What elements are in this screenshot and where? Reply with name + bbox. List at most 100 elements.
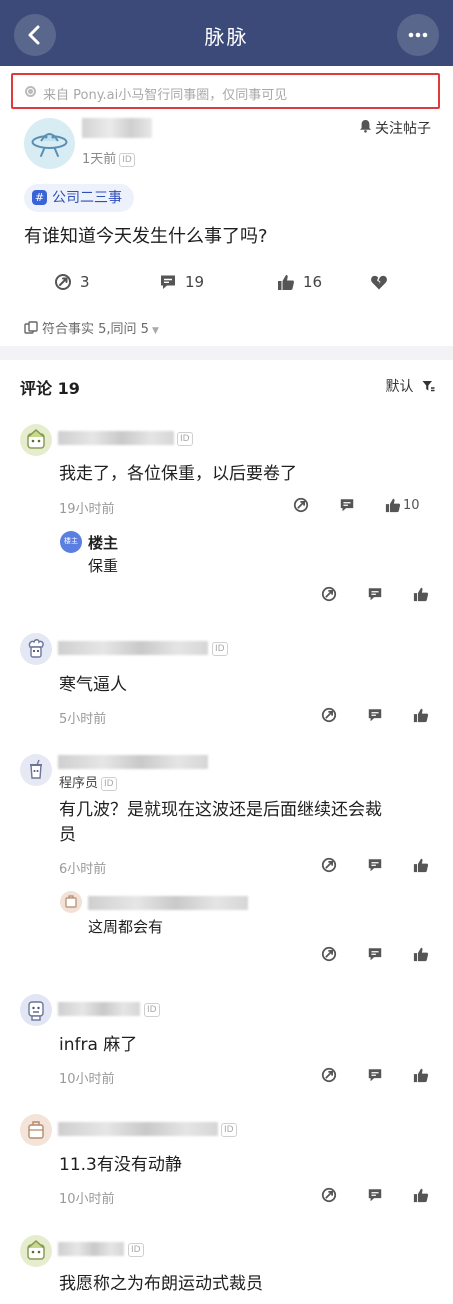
follow-post-label: 关注帖子 <box>375 121 431 137</box>
comment-text: 我愿称之为布朗运动式裁员 <box>59 1274 263 1294</box>
commenter-name-blurred <box>58 755 208 769</box>
comment-text: infra 麻了 <box>59 1035 138 1055</box>
reply-button[interactable] <box>339 496 355 516</box>
comment-actions <box>321 706 433 726</box>
section-divider <box>0 346 453 360</box>
reply-author: 楼主 <box>88 534 119 552</box>
reply-button[interactable] <box>367 945 383 965</box>
reply-author-blurred <box>88 896 248 910</box>
comment-text: 寒气逼人 <box>59 675 127 695</box>
filter-icon <box>422 381 435 392</box>
comment-time: 10小时前 <box>59 1192 115 1207</box>
thumbs-up-icon <box>385 498 401 513</box>
commenter-avatar[interactable] <box>20 1114 52 1146</box>
share-button[interactable] <box>321 1186 337 1206</box>
reply-avatar[interactable]: 楼主 <box>60 531 82 553</box>
comment-icon <box>368 709 382 722</box>
like-button[interactable] <box>413 585 429 605</box>
share-button[interactable] <box>321 585 337 605</box>
circle-icon <box>25 86 36 97</box>
commenter-avatar[interactable] <box>20 633 52 665</box>
reply-button[interactable] <box>367 1066 383 1086</box>
bag-avatar-icon <box>28 1121 44 1139</box>
thumbs-up-icon <box>413 947 429 962</box>
like-button[interactable]: 10 <box>385 496 420 516</box>
like-count: 16 <box>303 273 323 291</box>
sort-button[interactable]: 默认 <box>386 376 435 396</box>
reply-button[interactable] <box>367 1186 383 1206</box>
post-meta: 1天前 ID <box>82 148 135 167</box>
thumbs-up-icon <box>413 587 429 602</box>
like-button[interactable] <box>413 1186 429 1206</box>
id-badge: ID <box>119 153 135 167</box>
comment-icon <box>368 588 382 601</box>
comments-header: 评论 19 <box>20 379 80 398</box>
share-button[interactable] <box>321 856 337 876</box>
commenter-avatar[interactable] <box>20 424 52 456</box>
reply-button[interactable] <box>367 706 383 726</box>
comment-time: 19小时前 <box>59 502 115 517</box>
character-avatar-icon <box>27 1240 45 1260</box>
topic-label: 公司二三事 <box>52 190 122 206</box>
comment-actions: 10 <box>293 496 433 516</box>
agree-summary[interactable]: 符合事实 5,同问 5 ▼ <box>24 318 159 337</box>
reply-avatar[interactable] <box>60 891 82 913</box>
like-button[interactable] <box>413 856 429 876</box>
comment-actions <box>321 856 433 876</box>
follow-post-button[interactable]: 关注帖子 <box>359 118 431 138</box>
sort-label: 默认 <box>385 379 414 395</box>
share-count: 3 <box>80 273 90 291</box>
commenter-avatar[interactable] <box>20 994 52 1026</box>
share-icon <box>293 497 309 513</box>
share-icon <box>321 946 337 962</box>
share-button[interactable]: 3 <box>54 270 90 294</box>
thumbs-up-icon <box>413 1068 429 1083</box>
share-button[interactable] <box>321 945 337 965</box>
share-icon <box>321 707 337 723</box>
more-dots-icon <box>408 32 428 38</box>
share-button[interactable] <box>321 706 337 726</box>
share-icon <box>321 586 337 602</box>
reply-button[interactable] <box>367 856 383 876</box>
comment-text: 我走了，各位保重，以后要卷了 <box>59 464 297 484</box>
share-icon <box>321 1187 337 1203</box>
like-count: 10 <box>403 498 420 513</box>
role-label: 程序员 <box>59 776 99 791</box>
commenter-name-blurred <box>58 1122 218 1136</box>
comment-button[interactable]: 19 <box>159 270 204 294</box>
like-button[interactable] <box>413 945 429 965</box>
topic-tag[interactable]: # 公司二三事 <box>24 184 134 212</box>
author-avatar[interactable] <box>24 118 75 169</box>
commenter-avatar[interactable] <box>20 754 52 786</box>
id-badge: ID <box>177 432 193 446</box>
share-icon <box>55 274 71 290</box>
broken-heart-icon <box>371 275 387 290</box>
like-button[interactable]: 16 <box>277 270 322 294</box>
comment-icon <box>340 499 354 512</box>
like-button[interactable] <box>413 706 429 726</box>
ufo-avatar-icon <box>31 133 68 157</box>
reply-text: 这周都会有 <box>88 918 164 936</box>
thumbs-up-icon <box>413 708 429 723</box>
chef-avatar-icon <box>28 639 44 658</box>
reply-button[interactable] <box>367 585 383 605</box>
comment-count: 19 <box>185 273 205 291</box>
dislike-button[interactable] <box>370 270 396 294</box>
commenter-avatar[interactable] <box>20 1235 52 1267</box>
comment-icon <box>161 275 175 289</box>
comment-time: 10小时前 <box>59 1072 115 1087</box>
commenter-name-blurred <box>58 431 174 445</box>
comment-actions <box>321 1186 433 1206</box>
more-button[interactable] <box>397 14 439 56</box>
commenter-name-blurred <box>58 1242 124 1256</box>
share-button[interactable] <box>321 1066 337 1086</box>
fact-check-icon <box>24 321 38 334</box>
share-button[interactable] <box>293 496 309 516</box>
commenter-name-blurred <box>58 641 208 655</box>
op-badge: 楼主 <box>64 537 78 545</box>
id-badge: ID <box>144 1003 160 1017</box>
comment-text: 11.3有没有动静 <box>59 1155 182 1175</box>
like-button[interactable] <box>413 1066 429 1086</box>
bell-icon <box>359 119 372 137</box>
box-avatar-icon <box>65 895 77 908</box>
